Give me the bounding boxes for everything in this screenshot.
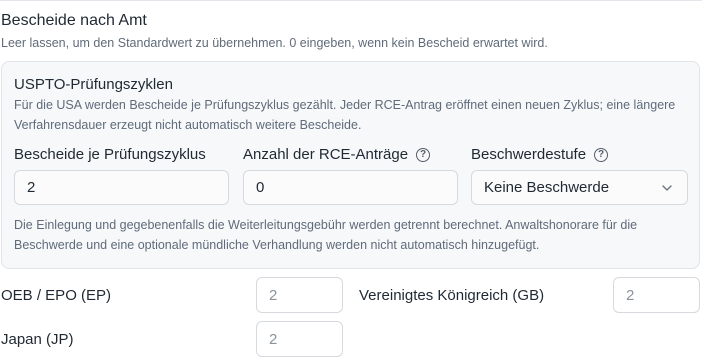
uspto-panel-description: Für die USA werden Bescheide je Prüfungs… xyxy=(14,98,676,132)
office-input-gb-placeholder: 2 xyxy=(626,286,635,304)
section-hint: Leer lassen, um den Standardwert zu über… xyxy=(1,36,548,50)
rce-count-value: 0 xyxy=(256,179,265,196)
office-label-gb: Vereinigtes Königreich (GB) xyxy=(359,287,545,304)
top-divider xyxy=(0,0,702,1)
per-cycle-input[interactable]: 2 xyxy=(14,170,229,205)
office-input-jp[interactable]: 2 xyxy=(256,321,343,357)
question-circle-icon[interactable]: ? xyxy=(416,147,431,162)
office-input-ep[interactable]: 2 xyxy=(256,277,343,313)
uspto-panel-footer: Die Einlegung und gegebenenfalls die Wei… xyxy=(14,218,638,252)
appeal-select[interactable]: Keine Beschwerde xyxy=(471,170,688,205)
question-circle-icon[interactable]: ? xyxy=(594,147,609,162)
appeal-label: Beschwerdestufe ? xyxy=(471,146,609,163)
per-cycle-label: Bescheide je Prüfungszyklus xyxy=(14,146,206,163)
chevron-down-icon xyxy=(662,184,672,191)
office-input-jp-placeholder: 2 xyxy=(269,330,278,348)
office-actions-form: Bescheide nach Amt Leer lassen, um den S… xyxy=(0,0,702,357)
office-label-jp: Japan (JP) xyxy=(1,331,74,348)
rce-count-label-text: Anzahl der RCE-Anträge xyxy=(243,146,409,163)
appeal-label-text: Beschwerdestufe xyxy=(471,146,587,163)
rce-count-label: Anzahl der RCE-Anträge ? xyxy=(243,146,431,163)
uspto-panel-title: USPTO-Prüfungszyklen xyxy=(14,76,173,93)
per-cycle-value: 2 xyxy=(27,179,36,196)
section-title: Bescheide nach Amt xyxy=(1,12,147,29)
office-input-gb[interactable]: 2 xyxy=(613,277,700,313)
office-label-ep: OEB / EPO (EP) xyxy=(1,287,112,304)
appeal-selected-value: Keine Beschwerde xyxy=(484,179,610,196)
office-input-ep-placeholder: 2 xyxy=(269,286,278,304)
rce-count-input[interactable]: 0 xyxy=(243,170,458,205)
uspto-panel: USPTO-Prüfungszyklen Für die USA werden … xyxy=(1,61,700,269)
per-cycle-label-text: Bescheide je Prüfungszyklus xyxy=(14,146,206,163)
